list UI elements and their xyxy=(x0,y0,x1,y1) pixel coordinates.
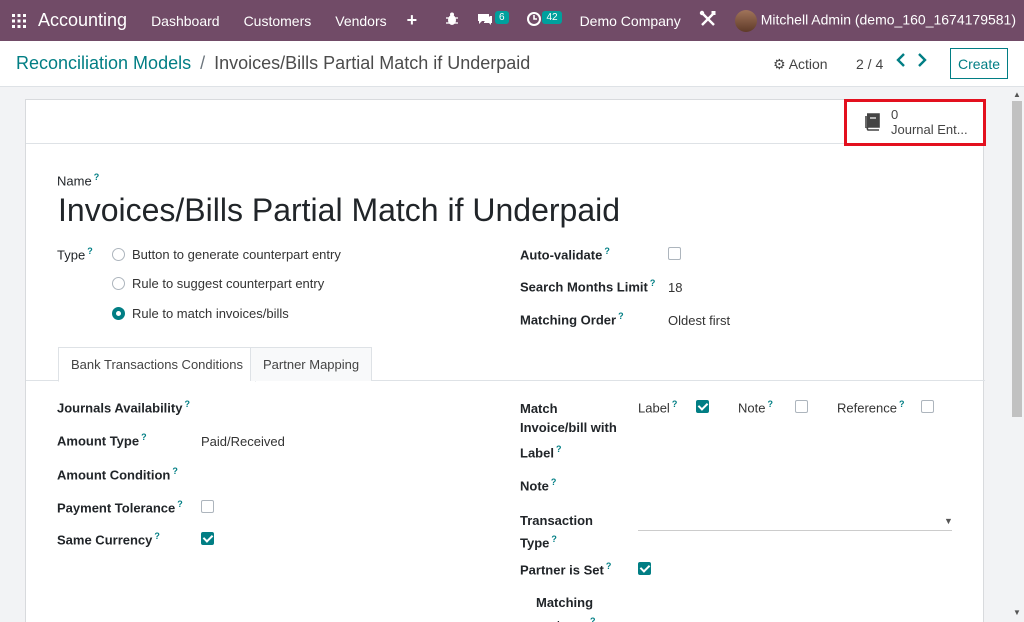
payment-tolerance-label: Payment Tolerance? xyxy=(57,499,183,516)
breadcrumb: Reconciliation Models / Invoices/Bills P… xyxy=(16,53,530,74)
top-navbar: Accounting Dashboard Customers Vendors +… xyxy=(0,0,1024,41)
matching-order-label: Matching Order? xyxy=(520,311,624,328)
matching-order-select[interactable]: Oldest first xyxy=(668,313,730,328)
match-opt-label-text: Label? xyxy=(638,399,678,416)
create-button[interactable]: Create xyxy=(950,48,1008,79)
amount-type-label: Amount Type? xyxy=(57,432,147,449)
user-name: Mitchell Admin (demo_160_1674179581) xyxy=(760,11,1016,28)
scroll-down-arrow-icon[interactable]: ▼ xyxy=(1013,608,1021,617)
auto-validate-label: Auto-validate? xyxy=(520,246,610,263)
journal-entries-smart-button[interactable]: 0 Journal Ent... xyxy=(845,100,985,144)
pager-next-chevron-right-icon[interactable] xyxy=(917,53,927,72)
amount-type-select[interactable]: Paid/Received xyxy=(201,434,285,449)
button-box: 0 Journal Ent... xyxy=(26,100,983,144)
activities-count-badge: 42 xyxy=(542,11,562,24)
breadcrumb-parent-link[interactable]: Reconciliation Models xyxy=(16,53,191,73)
transaction-type-select[interactable] xyxy=(638,529,952,531)
radio-circle-selected xyxy=(112,307,125,320)
matching-partners-label: Matchingpartners? xyxy=(536,595,596,622)
label-condition-label: Label? xyxy=(520,444,562,461)
menu-vendors[interactable]: Vendors xyxy=(335,13,386,29)
company-switcher[interactable]: Demo Company xyxy=(580,13,681,29)
app-menu-grid-icon[interactable] xyxy=(0,0,38,41)
journals-availability-label: Journals Availability? xyxy=(57,399,190,416)
name-field[interactable]: Invoices/Bills Partial Match if Underpai… xyxy=(58,192,620,229)
breadcrumb-current: Invoices/Bills Partial Match if Underpai… xyxy=(214,53,531,73)
gear-icon: ⚙ xyxy=(773,56,786,72)
partner-is-set-label: Partner is Set? xyxy=(520,561,612,578)
match-opt-note-text: Note? xyxy=(738,399,773,416)
same-currency-checkbox[interactable] xyxy=(201,532,214,545)
messages-count-badge: 6 xyxy=(494,11,509,24)
avatar xyxy=(734,9,757,32)
page-scrollbar[interactable]: ▲ ▼ xyxy=(1010,87,1024,622)
match-reference-checkbox[interactable] xyxy=(921,400,934,413)
caret-down-icon[interactable]: ▼ xyxy=(944,516,953,526)
pager-value[interactable]: 2 / 4 xyxy=(856,56,883,72)
activities-button[interactable]: 42 xyxy=(526,11,562,29)
menu-dashboard[interactable]: Dashboard xyxy=(151,13,220,29)
search-months-label: Search Months Limit? xyxy=(520,278,656,295)
app-name[interactable]: Accounting xyxy=(38,10,127,31)
navbar-systray: 6 42 Demo Company Mitchell Admin (demo_1… xyxy=(445,0,1024,41)
action-label: Action xyxy=(788,56,828,72)
control-panel: Reconciliation Models / Invoices/Bills P… xyxy=(0,41,1024,87)
match-opt-reference-text: Reference? xyxy=(837,399,905,416)
journal-entries-label: Journal Ent... xyxy=(891,122,968,137)
debug-bug-icon[interactable] xyxy=(445,12,459,29)
tab-partner-mapping[interactable]: Partner Mapping xyxy=(250,347,373,381)
search-months-input[interactable]: 18 xyxy=(668,280,682,295)
transaction-type-label: Transaction Type? xyxy=(520,513,593,551)
book-icon xyxy=(863,113,881,131)
pager-previous-chevron-left-icon[interactable] xyxy=(896,53,906,72)
match-label-checkbox[interactable] xyxy=(696,400,709,413)
type-radio-rule-suggest[interactable]: Rule to suggest counterpart entry xyxy=(112,276,324,291)
chat-bubble-icon xyxy=(477,13,497,29)
auto-validate-checkbox[interactable] xyxy=(668,247,681,260)
radio-circle xyxy=(112,277,125,290)
radio-circle xyxy=(112,248,125,261)
scrollbar-thumb[interactable] xyxy=(1012,101,1022,417)
match-invoice-label: Match Invoice/bill with xyxy=(520,401,617,435)
scroll-up-arrow-icon[interactable]: ▲ xyxy=(1013,90,1021,99)
settings-tools-icon[interactable] xyxy=(699,10,717,31)
payment-tolerance-checkbox[interactable] xyxy=(201,500,214,513)
notebook-tabs: Bank Transactions Conditions Partner Map… xyxy=(26,347,985,382)
type-radio-button-counterpart[interactable]: Button to generate counterpart entry xyxy=(112,247,341,262)
breadcrumb-separator: / xyxy=(200,53,206,73)
add-menu-plus-icon[interactable]: + xyxy=(407,10,418,31)
type-label: Type? xyxy=(57,246,93,263)
note-condition-label: Note? xyxy=(520,477,557,494)
match-note-checkbox[interactable] xyxy=(795,400,808,413)
same-currency-label: Same Currency? xyxy=(57,531,160,548)
messages-button[interactable]: 6 xyxy=(477,11,509,29)
user-menu[interactable]: Mitchell Admin (demo_160_1674179581) xyxy=(734,9,1016,32)
name-label: Name? xyxy=(57,172,100,189)
partner-is-set-checkbox[interactable] xyxy=(638,562,651,575)
journal-entries-count: 0 xyxy=(891,107,899,122)
amount-condition-label: Amount Condition? xyxy=(57,466,178,483)
type-radio-rule-match[interactable]: Rule to match invoices/bills xyxy=(112,306,289,321)
form-sheet: 0 Journal Ent... Name? Invoices/Bills Pa… xyxy=(25,99,985,622)
tab-bank-transactions-conditions[interactable]: Bank Transactions Conditions xyxy=(58,347,256,382)
menu-customers[interactable]: Customers xyxy=(244,13,312,29)
action-dropdown-button[interactable]: ⚙ Action xyxy=(773,56,828,73)
